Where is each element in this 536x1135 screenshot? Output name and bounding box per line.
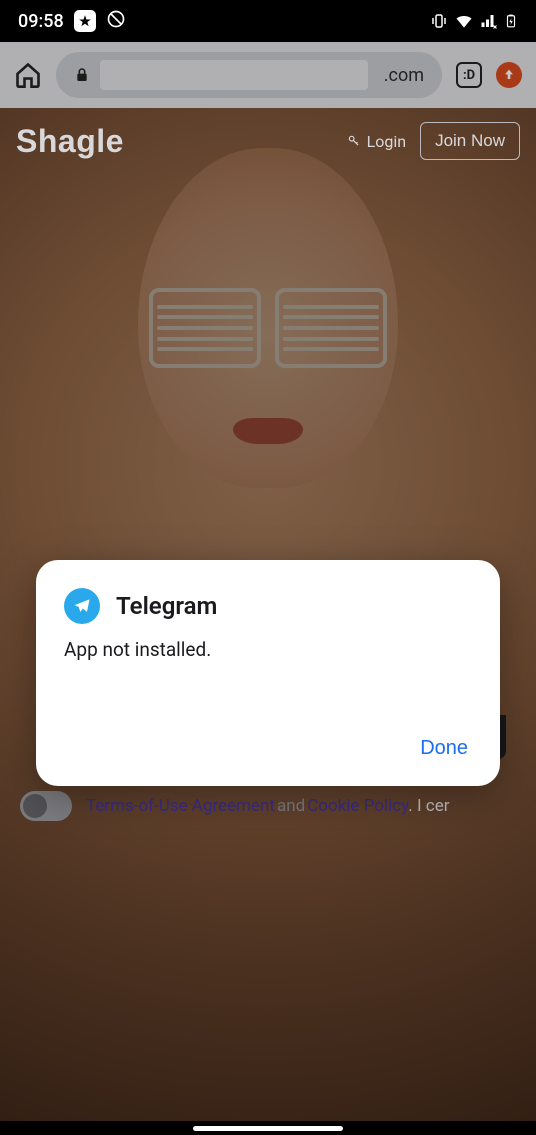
webpage-viewport: Shagle Login Join Now Terms-of-Use Agree… bbox=[0, 108, 536, 1121]
consent-toggle[interactable] bbox=[20, 791, 72, 821]
browser-home-icon[interactable] bbox=[14, 61, 42, 89]
wifi-icon bbox=[454, 11, 474, 31]
browser-url-bar[interactable]: .com bbox=[56, 52, 442, 98]
lock-icon bbox=[74, 67, 90, 83]
login-label: Login bbox=[367, 132, 406, 151]
url-suffix: .com bbox=[384, 65, 424, 86]
telegram-icon bbox=[64, 588, 100, 624]
key-icon bbox=[347, 134, 361, 148]
url-redacted bbox=[100, 60, 368, 90]
android-nav-bar bbox=[0, 1121, 536, 1135]
dialog-title: Telegram bbox=[116, 592, 217, 620]
login-link[interactable]: Login bbox=[347, 132, 406, 151]
android-status-bar: 09:58 bbox=[0, 0, 536, 42]
tab-switcher-button[interactable]: :D bbox=[456, 62, 482, 88]
consent-row: Terms-of-Use AgreementandCookie Policy. … bbox=[0, 791, 536, 821]
dialog-done-button[interactable]: Done bbox=[416, 731, 472, 766]
vibrate-icon bbox=[430, 12, 448, 30]
no-sim-icon bbox=[106, 9, 126, 34]
site-header: Shagle Login Join Now bbox=[0, 122, 536, 160]
keyboard-app-icon bbox=[74, 10, 96, 32]
brand-logo[interactable]: Shagle bbox=[16, 123, 124, 160]
status-clock: 09:58 bbox=[18, 11, 64, 32]
app-not-installed-dialog: Telegram App not installed. Done bbox=[36, 560, 500, 786]
join-now-button[interactable]: Join Now bbox=[420, 122, 520, 160]
cookie-link[interactable]: Cookie Policy bbox=[307, 796, 408, 816]
terms-link[interactable]: Terms-of-Use Agreement bbox=[86, 796, 275, 816]
battery-icon bbox=[504, 11, 518, 31]
consent-and: and bbox=[277, 796, 305, 816]
dialog-message: App not installed. bbox=[64, 638, 472, 661]
browser-update-icon[interactable] bbox=[496, 62, 522, 88]
gesture-pill[interactable] bbox=[193, 1126, 343, 1131]
cell-signal-icon bbox=[480, 12, 498, 30]
consent-tail: . I cer bbox=[408, 796, 449, 816]
browser-toolbar: .com :D bbox=[0, 42, 536, 108]
